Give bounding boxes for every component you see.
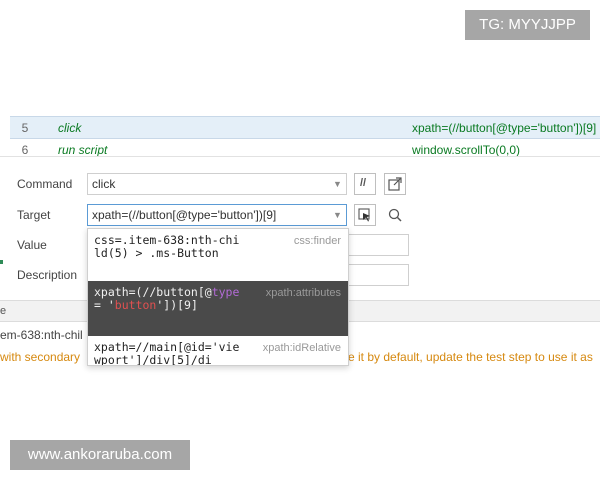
suggestion-option[interactable]: xpath=//main[@id='viewport']/div[5]/di x… <box>88 336 348 366</box>
suggestion-option[interactable]: css=.item-638:nth-child(5) > .ms-Button … <box>88 229 348 281</box>
chevron-down-icon[interactable]: ▼ <box>333 174 342 194</box>
log-tab-label[interactable]: e <box>0 305 6 317</box>
select-target-button[interactable] <box>354 204 376 226</box>
suggestion-option-highlighted[interactable]: xpath=(//button[@type= 'button'])[9] xpa… <box>88 281 348 336</box>
row-command: click <box>58 121 82 135</box>
open-reference-button[interactable] <box>384 173 406 195</box>
command-table: 5 click xpath=(//button[@type='button'])… <box>10 116 600 156</box>
status-indicator <box>0 260 3 264</box>
suggestion-locator: xpath=//main[@id='viewport']/div[5]/di <box>94 340 240 366</box>
table-row[interactable]: 6 run script window.scrollTo(0,0) <box>10 139 600 156</box>
cursor-select-icon <box>358 208 370 222</box>
suggestion-locator: xpath=(//button[@type= 'button'])[9] <box>94 285 240 312</box>
suggestion-strategy: css:finder <box>293 235 341 247</box>
description-label: Description <box>17 268 78 282</box>
row-number: 6 <box>21 143 29 156</box>
target-input[interactable]: xpath=(//button[@type='button'])[9] ▼ <box>87 204 347 226</box>
row-number: 5 <box>21 121 29 135</box>
tg-badge: TG: MYYJJPP <box>465 10 590 40</box>
chevron-down-icon[interactable]: ▼ <box>333 205 342 225</box>
row-command: run script <box>58 143 108 156</box>
command-value: click <box>92 177 116 191</box>
target-suggestions-dropdown: css=.item-638:nth-child(5) > .ms-Button … <box>87 228 349 366</box>
table-row[interactable]: 5 click xpath=(//button[@type='button'])… <box>10 117 600 139</box>
watermark: www.ankoraruba.com <box>10 440 190 470</box>
suggestion-locator: css=.item-638:nth-child(5) > .ms-Button <box>94 233 240 260</box>
target-label: Target <box>17 208 51 222</box>
description-input[interactable] <box>347 264 409 286</box>
target-value: xpath=(//button[@type='button'])[9] <box>92 208 277 222</box>
command-input[interactable]: click ▼ <box>87 173 347 195</box>
find-target-button[interactable] <box>384 204 406 226</box>
toggle-comment-button[interactable]: // <box>354 173 376 195</box>
toggle-comment-label: // <box>360 177 367 189</box>
value-label: Value <box>17 238 47 252</box>
suggestion-strategy: xpath:attributes <box>265 287 341 299</box>
row-target: window.scrollTo(0,0) <box>412 143 521 156</box>
log-entry: em-638:nth-chil <box>0 328 83 342</box>
suggestion-strategy: xpath:idRelative <box>262 342 341 354</box>
value-input[interactable] <box>347 234 409 256</box>
warning-message-continued: se it by default, update the test step t… <box>342 350 593 364</box>
warning-message: with secondary <box>0 350 81 364</box>
external-link-icon <box>388 177 402 191</box>
command-label: Command <box>17 177 73 191</box>
row-target: xpath=(//button[@type='button'])[9] <box>412 121 597 135</box>
search-icon <box>388 208 402 222</box>
